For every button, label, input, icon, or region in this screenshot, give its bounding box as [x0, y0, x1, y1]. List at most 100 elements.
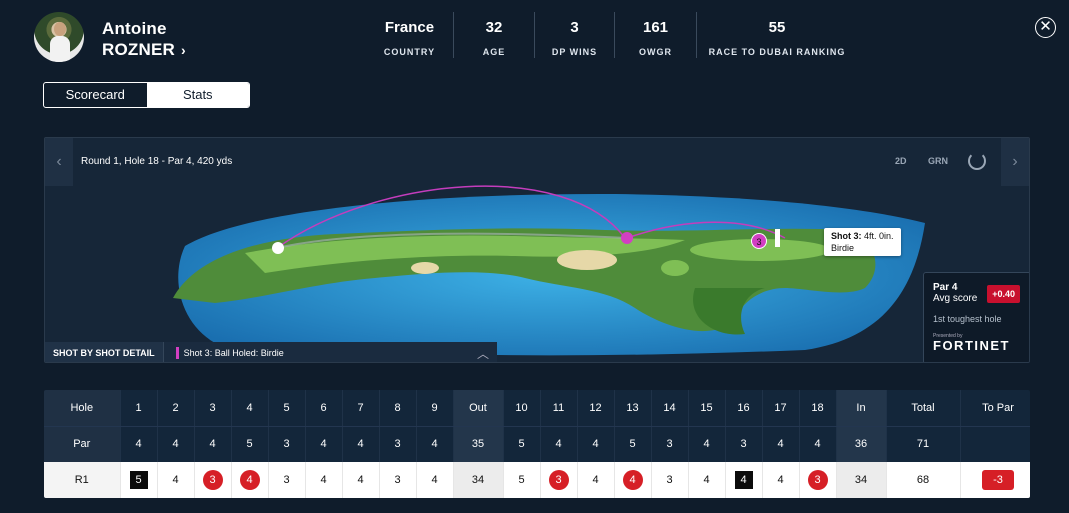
stat-label: RACE TO DUBAI RANKING — [708, 47, 846, 57]
next-hole-button[interactable]: › — [1001, 138, 1029, 186]
hole-cell: 18 — [799, 390, 837, 427]
hole-cell: 15 — [688, 390, 726, 427]
stat-owgr: 161 OWGR — [615, 12, 697, 58]
row-label: R1 — [44, 462, 121, 498]
player-stats: France COUNTRY 32 AGE 3 DP WINS 161 OWGR… — [366, 12, 857, 58]
stat-dp-wins: 3 DP WINS — [535, 12, 615, 58]
shot-3-marker[interactable]: 3 — [751, 233, 767, 249]
hole-cell: 6 — [305, 390, 343, 427]
bogey-marker: 5 — [129, 471, 148, 489]
bogey-marker: 4 — [734, 471, 753, 489]
par-cell: 4 — [194, 426, 232, 462]
par-cell — [960, 426, 1030, 462]
avg-score-badge: +0.40 — [987, 285, 1020, 303]
stat-label: DP WINS — [551, 47, 598, 57]
par-row: Par 4 4 4 5 3 4 4 3 4 35 5 4 4 5 3 4 3 4 4 36 71 — [44, 426, 1030, 462]
hole-cell: 8 — [379, 390, 417, 427]
score-cell: 68 — [886, 462, 961, 498]
stat-label: OWGR — [639, 47, 672, 57]
chevron-left-icon: ‹ — [56, 153, 62, 170]
score-cell: -3 — [960, 462, 1030, 498]
sponsor-logo: FORTINET — [933, 338, 1010, 353]
par-cell: 4 — [157, 426, 195, 462]
par-cell: 3 — [379, 426, 417, 462]
score-cell: 4 — [762, 462, 800, 498]
par-cell: 36 — [836, 426, 887, 462]
scorecard-table: Hole 1 2 3 4 5 6 7 8 9 Out 10 11 12 13 14 15 16 17 18 In Tota… — [44, 390, 1030, 498]
chevron-up-icon[interactable]: ︿ — [477, 345, 489, 362]
score-cell: 3 — [268, 462, 306, 498]
stat-value: 55 — [768, 19, 786, 36]
score-cell: 4 — [614, 462, 652, 498]
tee-marker — [272, 242, 284, 254]
score-cell: 4 — [342, 462, 380, 498]
shot-detail-bar[interactable]: SHOT BY SHOT DETAIL Shot 3: Ball Holed: … — [45, 342, 497, 362]
stat-value: 161 — [642, 19, 669, 36]
close-button[interactable]: ✕ — [1035, 17, 1056, 38]
birdie-marker: 3 — [202, 470, 223, 490]
hole-stat-card: Par 4 Avg score +0.40 1st toughest hole … — [923, 272, 1029, 362]
chevron-right-icon: › — [1012, 153, 1018, 170]
par-cell: 3 — [651, 426, 689, 462]
par-cell: 4 — [342, 426, 380, 462]
round-row: R1 5 4 3 4 3 4 4 3 4 34 5 3 4 4 3 4 4 4 3 34 68 -3 — [44, 462, 1030, 498]
birdie-marker: 3 — [807, 470, 828, 490]
score-cell: 4 — [305, 462, 343, 498]
hole-cell: Total — [886, 390, 961, 427]
hole-cell: 7 — [342, 390, 380, 427]
prev-hole-button[interactable]: ‹ — [45, 138, 73, 186]
hole-cell: 3 — [194, 390, 232, 427]
player-name[interactable]: Antoine ROZNER › — [102, 19, 186, 60]
tab-stats[interactable]: Stats — [146, 83, 249, 107]
toggle-green[interactable]: GRN — [928, 156, 948, 166]
stat-country: France COUNTRY — [366, 12, 454, 58]
score-cell: 4 — [577, 462, 615, 498]
stat-label: COUNTRY — [383, 47, 436, 57]
toggle-2d[interactable]: 2D — [895, 156, 907, 166]
par-cell: 3 — [725, 426, 763, 462]
par-cell: 3 — [268, 426, 306, 462]
par-cell: 4 — [577, 426, 615, 462]
to-par-badge: -3 — [982, 470, 1014, 490]
hole-cell: 10 — [503, 390, 541, 427]
par-cell: 4 — [540, 426, 578, 462]
hole-info: Round 1, Hole 18 - Par 4, 420 yds — [81, 156, 233, 167]
hole-toughness: 1st toughest hole — [933, 314, 1002, 324]
hole-cell: Out — [453, 390, 504, 427]
birdie-marker: 4 — [239, 470, 260, 490]
par-cell: 35 — [453, 426, 504, 462]
tab-scorecard[interactable]: Scorecard — [44, 83, 147, 107]
hole-cell: 17 — [762, 390, 800, 427]
score-cell: 3 — [799, 462, 837, 498]
hole-cell: 1 — [120, 390, 158, 427]
par-cell: 4 — [688, 426, 726, 462]
score-cell: 5 — [503, 462, 541, 498]
stat-value: 3 — [570, 19, 579, 36]
score-cell: 4 — [725, 462, 763, 498]
hole-cell: In — [836, 390, 887, 427]
shot-color-marker — [175, 347, 179, 359]
row-label: Par — [44, 426, 121, 462]
shot-detail-header: SHOT BY SHOT DETAIL — [45, 342, 164, 362]
view-tabs: Scorecard Stats — [43, 82, 250, 108]
player-last-name: ROZNER › — [102, 40, 186, 59]
par-cell: 4 — [799, 426, 837, 462]
score-cell: 3 — [379, 462, 417, 498]
hole-cell: 13 — [614, 390, 652, 427]
hole-row: Hole 1 2 3 4 5 6 7 8 9 Out 10 11 12 13 14 15 16 17 18 In Tota… — [44, 390, 1030, 427]
stat-label: AGE — [482, 47, 506, 57]
replay-icon[interactable] — [968, 152, 986, 170]
par-cell: 4 — [120, 426, 158, 462]
shot-callout: Shot 3: 4ft. 0in. Birdie — [824, 228, 901, 256]
player-first-name: Antoine — [102, 19, 167, 38]
score-cell: 4 — [688, 462, 726, 498]
row-label: Hole — [44, 390, 121, 427]
birdie-marker: 4 — [622, 470, 643, 490]
hole-cell: 9 — [416, 390, 454, 427]
hole-cell: 14 — [651, 390, 689, 427]
par-cell: 5 — [231, 426, 269, 462]
stat-age: 32 AGE — [454, 12, 535, 58]
player-avatar — [34, 12, 84, 62]
shot-detail-text: Shot 3: Ball Holed: Birdie — [183, 348, 284, 358]
score-cell: 3 — [540, 462, 578, 498]
